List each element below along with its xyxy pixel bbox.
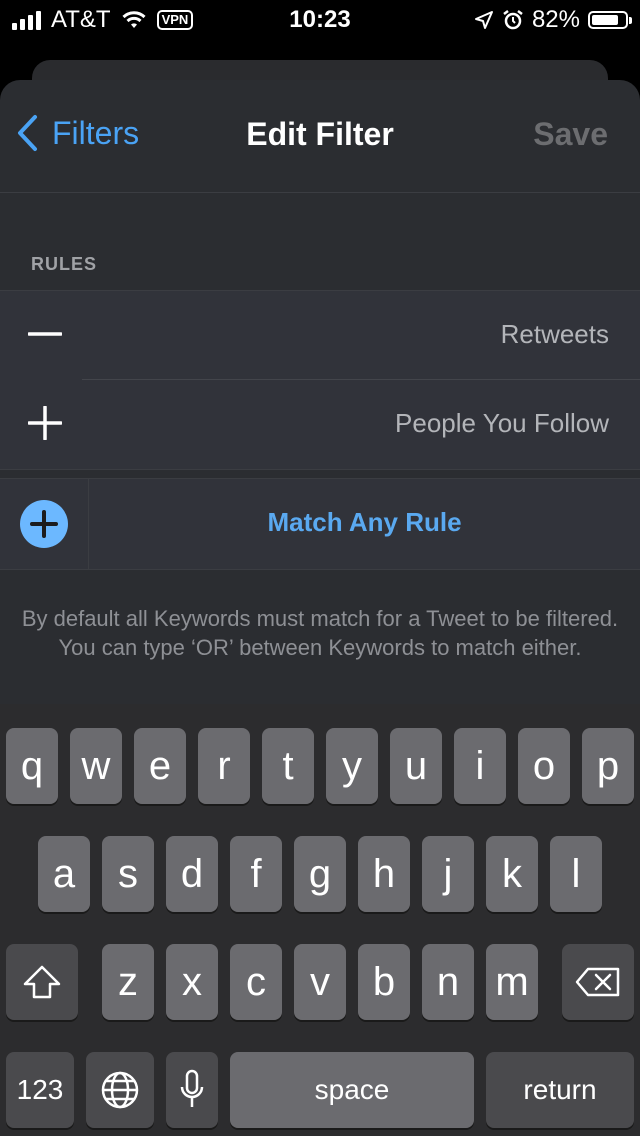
key-h[interactable]: h [358,836,410,912]
battery-fill [592,15,619,25]
globe-key[interactable] [86,1052,154,1128]
add-circle-icon[interactable] [20,500,68,548]
rule-label: People You Follow [395,408,609,438]
backspace-icon [575,967,620,997]
key-r[interactable]: r [198,728,250,804]
key-p[interactable]: p [582,728,634,804]
minus-icon[interactable] [28,317,62,351]
key-t[interactable]: t [262,728,314,804]
status-right: 82% [474,6,632,34]
navigation-bar: Filters Edit Filter Save [0,80,640,193]
key-a[interactable]: a [38,836,90,912]
status-bar: AT&T VPN 10:23 82% [0,0,640,40]
footnote-text: By default all Keywords must match for a… [21,606,619,660]
microphone-key[interactable] [166,1052,218,1128]
battery-percent: 82% [531,6,580,33]
key-w[interactable]: w [70,728,122,804]
key-y[interactable]: y [326,728,378,804]
rule-label: Retweets [500,319,609,349]
key-m[interactable]: m [486,944,538,1020]
plus-icon [30,510,58,538]
shift-icon [23,965,61,999]
key-l[interactable]: l [550,836,602,912]
key-q[interactable]: q [6,728,58,804]
microphone-icon [180,1069,204,1107]
numbers-key[interactable]: 123 [6,1052,74,1128]
backspace-key[interactable] [562,944,634,1020]
edit-filter-sheet: Filters Edit Filter Save RULES Retweets … [0,80,640,720]
key-z[interactable]: z [102,944,154,1020]
key-c[interactable]: c [230,944,282,1020]
globe-icon [101,1071,139,1109]
key-v[interactable]: v [294,944,346,1020]
rules-section-label: RULES [31,254,98,274]
key-n[interactable]: n [422,944,474,1020]
save-button[interactable]: Save [533,116,608,153]
plus-icon[interactable] [28,406,62,440]
key-i[interactable]: i [454,728,506,804]
key-b[interactable]: b [358,944,410,1020]
key-f[interactable]: f [230,836,282,912]
key-x[interactable]: x [166,944,218,1020]
rule-row-people-you-follow[interactable]: People You Follow [0,380,640,468]
rules-list: Retweets People You Follow [0,290,640,470]
key-s[interactable]: s [102,836,154,912]
alarm-clock-icon [503,10,523,30]
keyboard: 123 space return qwertyuiop asdfghjkl zxcv… [0,704,640,1136]
key-j[interactable]: j [422,836,474,912]
key-u[interactable]: u [390,728,442,804]
key-d[interactable]: d [166,836,218,912]
rule-row-retweets[interactable]: Retweets [0,291,640,379]
match-any-rule-button[interactable]: Match Any Rule [89,507,640,538]
match-any-rule-row[interactable]: Match Any Rule [0,478,640,570]
key-o[interactable]: o [518,728,570,804]
return-key[interactable]: return [486,1052,634,1128]
shift-key[interactable] [6,944,78,1020]
key-g[interactable]: g [294,836,346,912]
location-arrow-icon [474,11,493,29]
key-k[interactable]: k [486,836,538,912]
battery-icon [588,11,632,29]
space-key[interactable]: space [230,1052,474,1128]
key-e[interactable]: e [134,728,186,804]
